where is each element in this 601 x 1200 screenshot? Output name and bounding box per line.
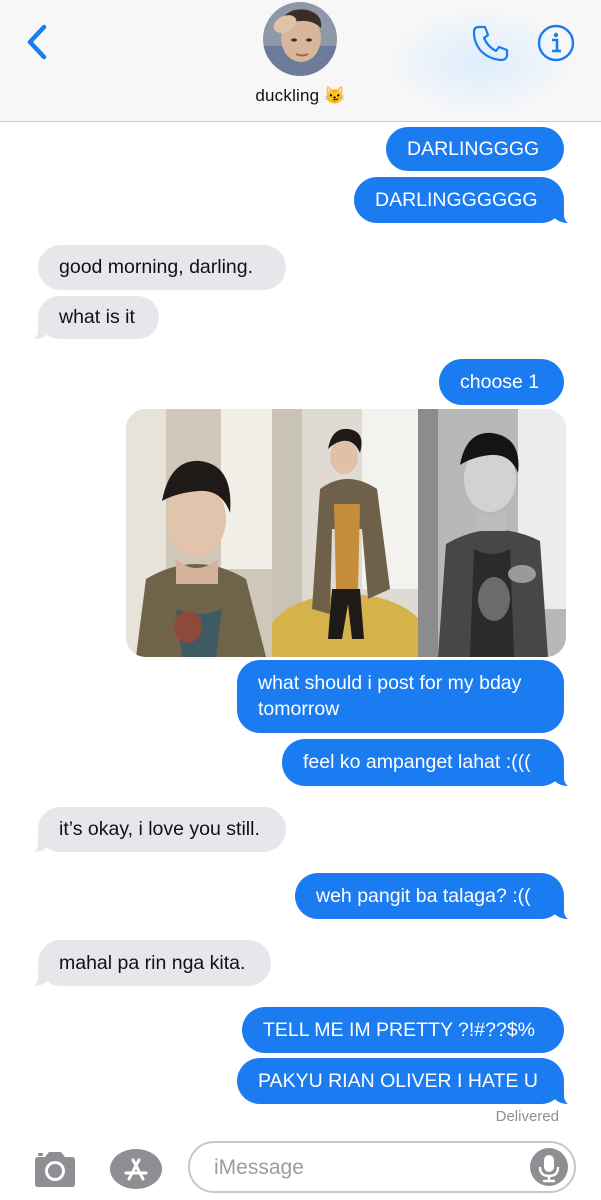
message-line: what should i post for my bday (258, 672, 522, 694)
message-bubble-outgoing[interactable]: DARLINGGGGGG (354, 177, 590, 225)
message-bubble-incoming[interactable]: good morning, darling. (38, 245, 286, 290)
microphone-icon[interactable] (530, 1148, 568, 1186)
message-bubble-outgoing[interactable]: feel ko ampanget lahat :((( (282, 739, 590, 788)
contact-avatar[interactable] (263, 2, 337, 76)
photo-2[interactable] (272, 409, 418, 657)
message-bubble-outgoing[interactable]: choose 1 (439, 359, 564, 405)
back-chevron-icon[interactable] (22, 22, 52, 62)
photo-3[interactable] (418, 409, 566, 657)
message-bubble-incoming[interactable]: it’s okay, i love you still. (12, 807, 286, 854)
message-bubble-outgoing[interactable]: TELL ME IM PRETTY ?!#??$% (242, 1007, 564, 1053)
message-bubble-outgoing[interactable]: weh pangit ba talaga? :(( (295, 873, 590, 921)
message-bubble-incoming[interactable]: mahal pa rin nga kita. (12, 940, 271, 988)
conversation-header: duckling 😼 (0, 0, 601, 122)
photo-1[interactable] (126, 409, 272, 657)
delivered-status: Delivered (495, 1108, 559, 1125)
info-icon[interactable] (537, 24, 575, 62)
message-bubble-incoming[interactable]: what is it (12, 296, 159, 341)
message-input[interactable]: iMessage (188, 1141, 576, 1193)
message-line: tomorrow (258, 698, 340, 720)
camera-icon[interactable] (31, 1148, 79, 1190)
message-bubble-outgoing[interactable]: what should i post for my bday tomorrow (237, 660, 564, 733)
photo-attachment[interactable] (126, 409, 566, 657)
message-bubble-outgoing[interactable]: PAKYU RIAN OLIVER I HATE U (237, 1058, 590, 1106)
contact-name[interactable]: duckling 😼 (0, 86, 601, 106)
message-bubble-outgoing[interactable]: DARLINGGGG (386, 127, 564, 171)
phone-icon[interactable] (470, 22, 512, 64)
app-store-icon[interactable] (108, 1147, 164, 1191)
message-input-placeholder: iMessage (214, 1156, 304, 1179)
